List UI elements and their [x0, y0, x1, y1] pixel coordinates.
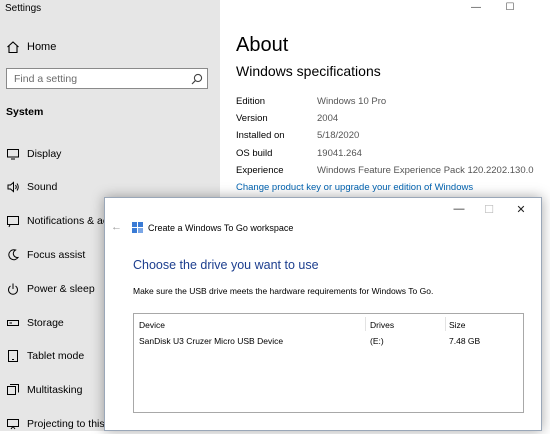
notifications-icon [6, 214, 20, 228]
spec-row-edition: Edition Windows 10 Pro [236, 96, 550, 110]
windows-to-go-icon [131, 221, 144, 234]
display-icon [6, 147, 20, 161]
column-divider[interactable] [365, 317, 366, 331]
page-title: About [236, 34, 289, 56]
back-button[interactable]: ← [111, 221, 122, 233]
device-cell: SanDisk U3 Cruzer Micro USB Device [139, 336, 284, 346]
spec-key: OS build [236, 148, 273, 159]
spec-key: Experience [236, 165, 284, 176]
dialog-heading: Choose the drive you want to use [133, 258, 319, 272]
dialog-minimize-button[interactable]: — [449, 201, 469, 217]
sidebar-item-label: Multitasking [27, 384, 83, 396]
windows-to-go-dialog: — ☐ ✕ ← Create a Windows To Go workspace… [104, 197, 542, 431]
change-product-key-link[interactable]: Change product key or upgrade your editi… [236, 182, 473, 193]
dialog-instruction: Make sure the USB drive meets the hardwa… [133, 286, 434, 296]
column-header-drives[interactable]: Drives [370, 320, 394, 330]
spec-row-version: Version 2004 [236, 113, 550, 127]
spec-value: Windows 10 Pro [317, 96, 387, 107]
sidebar-item-label: Display [27, 148, 62, 160]
sidebar-item-label: Storage [27, 317, 64, 329]
column-header-device[interactable]: Device [139, 320, 165, 330]
sidebar-item-label: Tablet mode [27, 350, 85, 362]
sidebar-item-tablet-mode[interactable]: Tablet mode [6, 348, 84, 364]
multitasking-icon [6, 383, 20, 397]
spec-key: Installed on [236, 130, 285, 141]
sidebar-item-focus-assist[interactable]: Focus assist [6, 247, 85, 263]
spec-value: 5/18/2020 [317, 130, 360, 141]
sound-icon [6, 180, 20, 194]
sidebar-item-sound[interactable]: Sound [6, 179, 57, 195]
projecting-icon [6, 417, 20, 431]
sidebar-item-home[interactable]: Home [6, 39, 56, 55]
sidebar-item-power[interactable]: Power & sleep [6, 281, 95, 297]
spec-row-installed-on: Installed on 5/18/2020 [236, 130, 550, 144]
dialog-maximize-button: ☐ [484, 203, 494, 216]
search-icon[interactable] [190, 72, 204, 86]
focus-assist-icon [6, 248, 20, 262]
spec-key: Edition [236, 96, 266, 107]
section-label-system: System [6, 106, 44, 118]
dialog-title: Create a Windows To Go workspace [148, 223, 294, 233]
sidebar-item-storage[interactable]: Storage [6, 315, 64, 331]
window-title: Settings [5, 3, 42, 14]
spec-value: 2004 [317, 113, 339, 124]
size-cell: 7.48 GB [449, 336, 481, 346]
sidebar-item-label: Power & sleep [27, 283, 95, 295]
dialog-close-button[interactable]: ✕ [511, 201, 531, 217]
spec-row-os-build: OS build 19041.264 [236, 148, 550, 162]
spec-row-experience: Experience Windows Feature Experience Pa… [236, 165, 550, 179]
sidebar-item-display[interactable]: Display [6, 146, 61, 162]
search-placeholder: Find a setting [14, 73, 78, 85]
sidebar-item-multitasking[interactable]: Multitasking [6, 382, 82, 398]
spec-key: Version [236, 113, 268, 124]
column-divider[interactable] [445, 317, 446, 331]
drive-cell: (E:) [370, 336, 384, 346]
maximize-button[interactable]: ☐ [500, 0, 520, 14]
tablet-icon [6, 349, 20, 363]
spec-value: Windows Feature Experience Pack 120.2202… [317, 165, 534, 176]
minimize-button[interactable]: — [466, 0, 486, 14]
sidebar-item-label: Focus assist [27, 249, 86, 261]
drive-list: Device Drives Size SanDisk U3 Cruzer Mic… [133, 313, 524, 413]
section-title: Windows specifications [236, 63, 381, 79]
column-header-size[interactable]: Size [449, 320, 466, 330]
home-icon [6, 40, 20, 54]
storage-icon [6, 316, 20, 330]
home-label: Home [27, 41, 57, 53]
spec-value: 19041.264 [317, 148, 362, 159]
power-icon [6, 282, 20, 296]
sidebar-item-label: Sound [27, 181, 58, 193]
search-input[interactable]: Find a setting [6, 68, 208, 89]
